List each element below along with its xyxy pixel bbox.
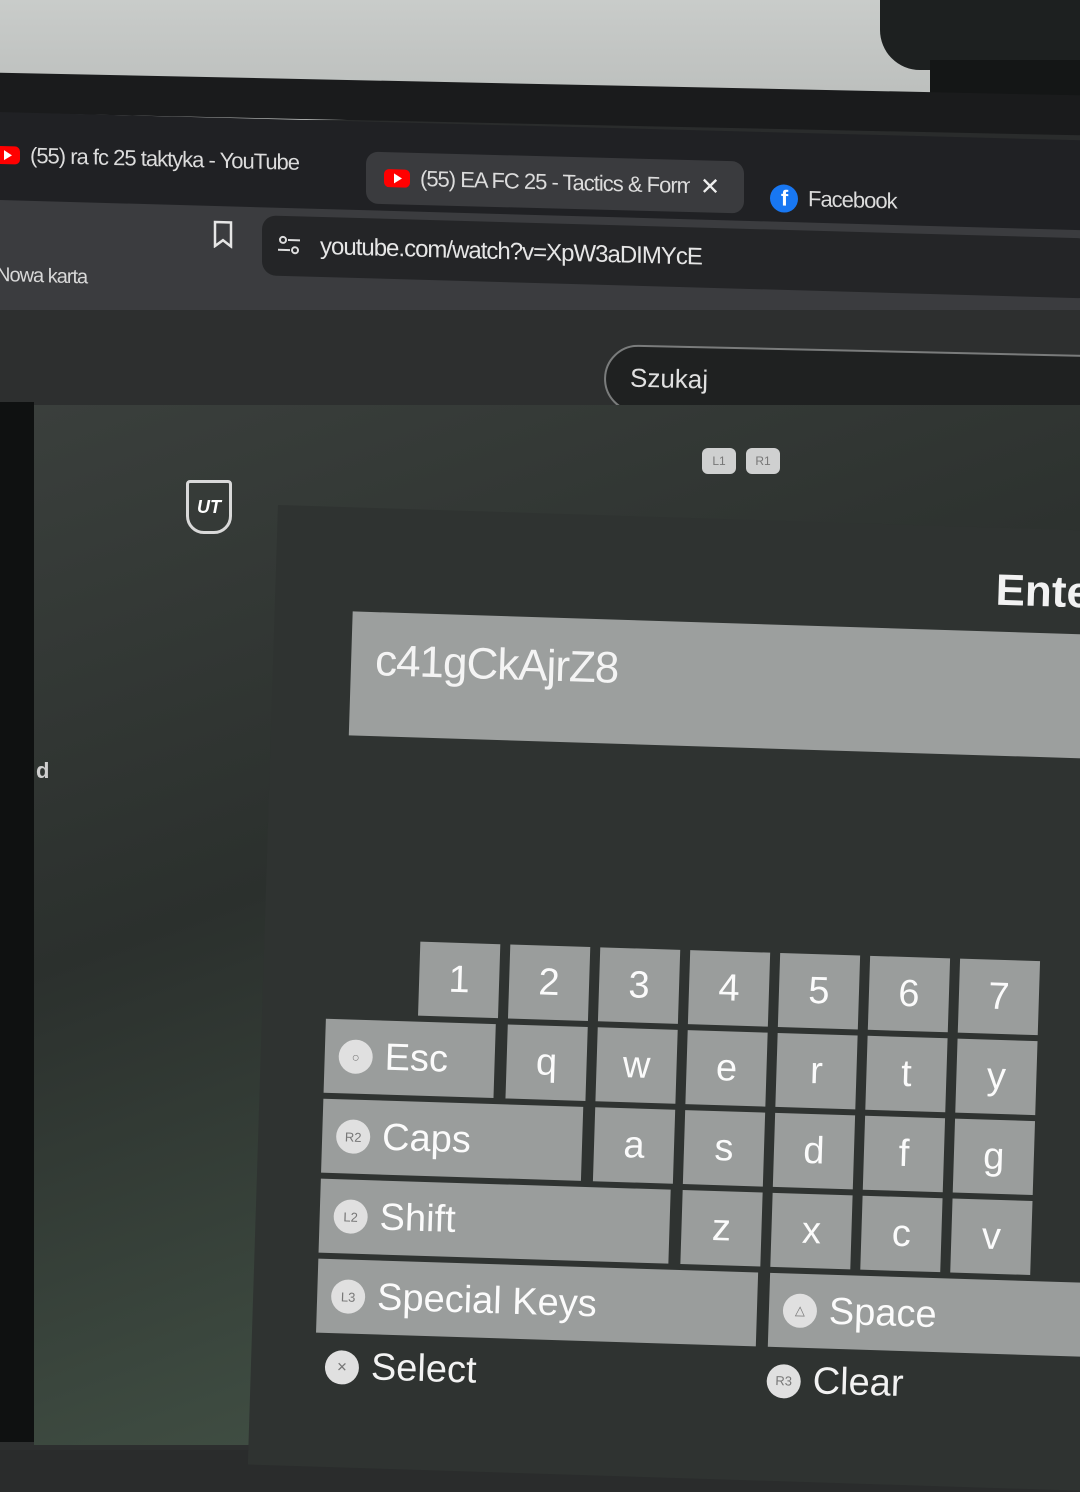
facebook-icon: f <box>770 184 798 213</box>
shift-label: Shift <box>379 1196 456 1241</box>
triangle-button-icon: △ <box>782 1293 817 1328</box>
r3-stick-icon: R3 <box>766 1363 801 1398</box>
tab-facebook[interactable]: f Facebook <box>770 184 897 215</box>
bookmark-icon[interactable] <box>212 220 234 249</box>
key-s[interactable]: s <box>683 1110 765 1186</box>
select-hint[interactable]: ✕ Select <box>324 1345 477 1393</box>
key-x[interactable]: x <box>770 1193 852 1269</box>
cross-button-icon: ✕ <box>324 1349 359 1384</box>
key-3[interactable]: 3 <box>598 947 680 1023</box>
site-settings-icon[interactable] <box>276 232 302 259</box>
tab-ea-fc-tactics[interactable]: (55) EA FC 25 - Tactics & Forma ✕ <box>366 152 744 214</box>
key-2[interactable]: 2 <box>508 945 590 1021</box>
key-t[interactable]: t <box>865 1036 947 1112</box>
clear-hint[interactable]: R3 Clear <box>766 1359 904 1406</box>
clear-label: Clear <box>812 1360 904 1406</box>
key-1[interactable]: 1 <box>418 942 500 1018</box>
key-6[interactable]: 6 <box>868 956 950 1032</box>
r1-bumper-icon: R1 <box>746 448 780 474</box>
search-placeholder: Szukaj <box>630 363 709 396</box>
url-bar[interactable]: youtube.com/watch?v=XpW3aDIMYcE <box>262 215 1080 298</box>
key-4[interactable]: 4 <box>688 950 770 1026</box>
dialog-title: Ente <box>995 566 1080 619</box>
key-e[interactable]: e <box>685 1030 767 1106</box>
youtube-icon <box>0 146 20 165</box>
tab-label: Facebook <box>808 186 897 214</box>
key-7[interactable]: 7 <box>958 959 1040 1035</box>
r2-trigger-icon: R2 <box>336 1119 371 1154</box>
key-r[interactable]: r <box>775 1033 857 1109</box>
l1-bumper-icon: L1 <box>702 448 736 474</box>
text-entry-value: c41gCkAjrZ8 <box>374 636 619 694</box>
tab-youtube-taktyka[interactable]: (55) ra fc 25 taktyka - YouTube <box>0 142 299 176</box>
esc-key[interactable]: ○ Esc <box>324 1019 496 1098</box>
space-key[interactable]: △ Space <box>768 1273 1080 1358</box>
key-g[interactable]: g <box>953 1119 1035 1195</box>
key-d[interactable]: d <box>773 1113 855 1189</box>
youtube-icon <box>384 169 410 188</box>
tab-label: (55) ra fc 25 taktyka - YouTube <box>30 143 299 176</box>
key-w[interactable]: w <box>595 1027 677 1103</box>
l3-stick-icon: L3 <box>331 1279 366 1314</box>
circle-button-icon: ○ <box>338 1039 373 1074</box>
onscreen-keyboard-dialog: Ente c41gCkAjrZ8 1 2 3 4 5 6 7 ○ Esc q w… <box>248 505 1080 1492</box>
key-y[interactable]: y <box>955 1039 1037 1115</box>
tab-label: (55) EA FC 25 - Tactics & Forma <box>420 166 690 199</box>
special-keys-label: Special Keys <box>376 1276 597 1326</box>
close-tab-icon[interactable]: ✕ <box>700 172 719 202</box>
text-entry-field[interactable]: c41gCkAjrZ8 <box>349 611 1080 760</box>
url-text: youtube.com/watch?v=XpW3aDIMYcE <box>320 233 702 272</box>
bookmark-nowa-karta[interactable]: Nowa karta <box>0 264 87 290</box>
esc-label: Esc <box>384 1036 449 1081</box>
ultimate-team-logo: UT <box>186 480 232 534</box>
key-a[interactable]: a <box>593 1107 675 1183</box>
caps-key[interactable]: R2 Caps <box>321 1099 583 1181</box>
key-5[interactable]: 5 <box>778 953 860 1029</box>
caps-label: Caps <box>382 1116 472 1162</box>
select-label: Select <box>370 1346 477 1392</box>
menu-partial-text: d <box>36 758 49 784</box>
l2-trigger-icon: L2 <box>333 1199 368 1234</box>
video-left-edge <box>0 402 34 1442</box>
key-f[interactable]: f <box>863 1116 945 1192</box>
key-z[interactable]: z <box>680 1190 762 1266</box>
key-c[interactable]: c <box>860 1196 942 1272</box>
shift-key[interactable]: L2 Shift <box>319 1179 671 1264</box>
key-q[interactable]: q <box>505 1024 587 1100</box>
key-v[interactable]: v <box>950 1199 1032 1275</box>
special-keys-key[interactable]: L3 Special Keys <box>316 1259 758 1347</box>
space-label: Space <box>828 1290 937 1336</box>
